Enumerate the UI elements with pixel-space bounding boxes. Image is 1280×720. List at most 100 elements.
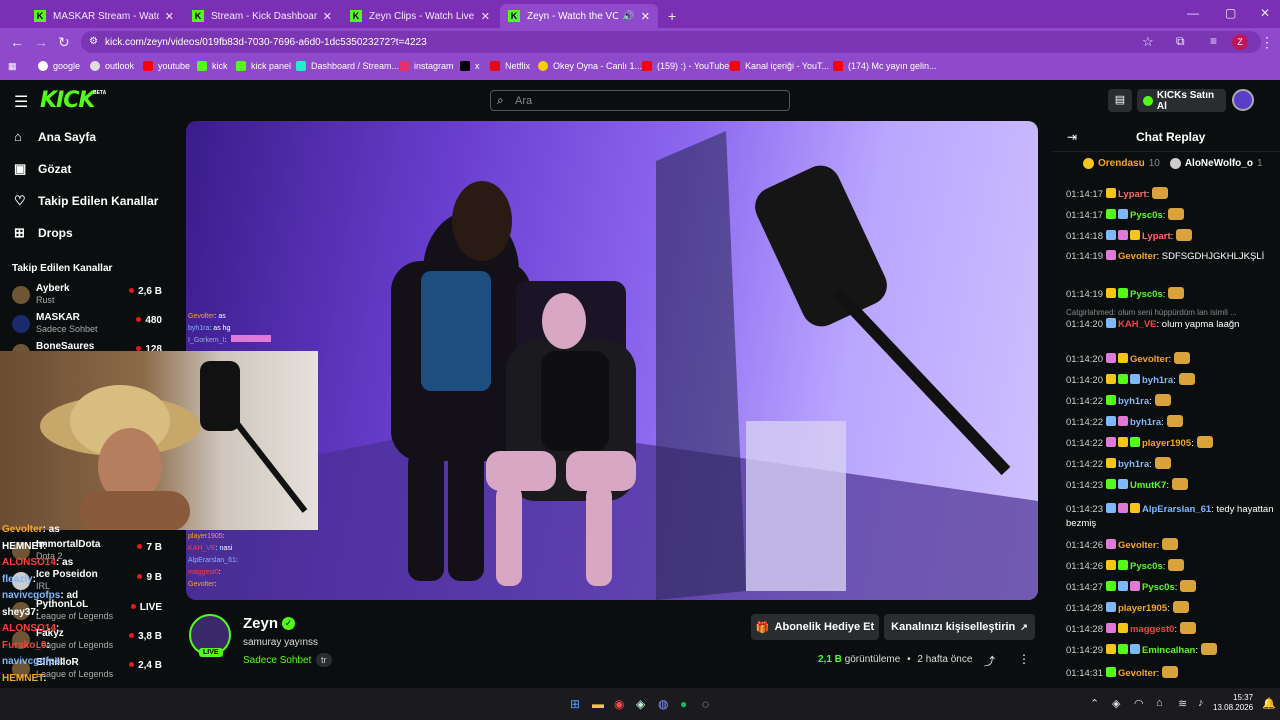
close-icon[interactable]: ✕ <box>165 10 174 23</box>
customize-channel-button[interactable]: Kanalınızı kişiselleştirin ↗ <box>884 614 1035 640</box>
app-icon[interactable]: ◌ <box>702 697 709 711</box>
bookmark[interactable]: kick <box>197 61 228 71</box>
bookmark[interactable]: (174) Mc yayın gelin... <box>833 61 937 71</box>
bookmark[interactable]: kick panel <box>236 61 291 71</box>
wifi-icon[interactable]: ≋ <box>1178 697 1187 710</box>
start-icon[interactable]: ⊞ <box>570 697 580 711</box>
tray-chevron-icon[interactable]: ⌃ <box>1090 697 1099 710</box>
bookmark[interactable]: youtube <box>143 61 190 71</box>
chat-username[interactable]: Gevolter <box>1130 354 1169 365</box>
volume-icon[interactable]: ♪ <box>1198 697 1204 709</box>
bookmark[interactable]: (159) :) - YouTube <box>642 61 729 71</box>
kick-logo[interactable]: KICK <box>40 88 95 113</box>
chat-username[interactable]: player1905 <box>1118 603 1167 614</box>
notifications-icon[interactable]: 🔔 <box>1262 697 1276 710</box>
chat-username[interactable]: maggest0 <box>1130 624 1174 635</box>
chat-text: : <box>1156 540 1160 551</box>
more-options-icon[interactable]: ⋮ <box>1018 652 1030 666</box>
bookmark[interactable]: x <box>460 61 480 71</box>
nav-following[interactable]: ♡ Takip Edilen Kanallar <box>14 193 158 209</box>
new-tab-button[interactable]: + <box>660 4 684 28</box>
bookmark[interactable]: Kanal içeriği - YouT... <box>730 61 829 71</box>
share-icon[interactable]: ⤴ <box>984 653 995 669</box>
gift-subscription-button[interactable]: 🎁 Abonelik Hediye Et <box>751 614 879 640</box>
chat-username[interactable]: Gevolter <box>1118 540 1157 551</box>
collapse-chat-icon[interactable]: ⇥ <box>1067 130 1077 144</box>
chat-username[interactable]: Pysc0s <box>1130 210 1163 221</box>
maximize-icon[interactable]: ▢ <box>1225 6 1236 20</box>
chat-username[interactable]: AlpErarslan_61 <box>1142 504 1211 515</box>
nav-home[interactable]: ⌂ Ana Sayfa <box>14 129 96 144</box>
close-icon[interactable]: ✕ <box>641 10 650 23</box>
nav-browse[interactable]: ▣ Gözat <box>14 161 71 177</box>
overlay-chat-line: ALONSO14: <box>2 623 60 634</box>
bookmark-star-icon[interactable]: ☆ <box>1142 34 1154 50</box>
browser-tab[interactable]: KZeyn Clips - Watch Live on Kick✕ <box>342 4 498 28</box>
chat-username[interactable]: Lypart <box>1118 189 1147 200</box>
bookmark[interactable]: google <box>38 61 80 71</box>
dashboard-button[interactable]: ▤ <box>1108 89 1132 112</box>
chat-username[interactable]: Pysc0s <box>1142 582 1175 593</box>
followed-channel[interactable]: BoneSaures 128 <box>12 341 162 351</box>
discord-icon[interactable]: ◍ <box>658 697 668 711</box>
chrome-icon[interactable]: ◉ <box>614 697 624 711</box>
kick-icon <box>236 61 246 71</box>
back-icon[interactable]: ← <box>10 34 24 50</box>
spotify-icon[interactable]: ● <box>680 697 687 711</box>
browser-tab[interactable]: K Stream - Kick Dashboard ✕ <box>184 4 340 28</box>
steam-icon[interactable]: ◈ <box>636 697 645 711</box>
chat-username[interactable]: byh1ra <box>1142 375 1173 386</box>
minimize-icon[interactable]: — <box>1187 6 1199 20</box>
chat-username[interactable]: Lypart <box>1142 231 1171 242</box>
chat-username[interactable]: byh1ra <box>1130 417 1161 428</box>
chat-username[interactable]: byh1ra <box>1118 459 1149 470</box>
close-window-icon[interactable]: ✕ <box>1260 6 1270 20</box>
apps-grid-icon[interactable]: ▦ <box>8 61 17 72</box>
menu-dots-icon[interactable]: ⋮ <box>1260 34 1274 51</box>
followed-channel[interactable]: Ayberk Rust 2,6 B <box>12 283 162 309</box>
forward-icon[interactable]: → <box>34 34 48 50</box>
search-input[interactable]: ⌕ Ara <box>490 90 790 111</box>
profile-avatar[interactable]: Z <box>1232 34 1248 50</box>
clock[interactable]: 15:37 13.08.2026 <box>1213 693 1253 713</box>
steam-tray-icon[interactable]: ◈ <box>1112 697 1120 710</box>
chat-username[interactable]: Emincalhan <box>1142 645 1195 656</box>
speaker-icon[interactable]: 🔊 <box>622 11 634 22</box>
headset-icon[interactable]: ◠ <box>1134 697 1144 710</box>
bookmark[interactable]: Netflix <box>490 61 530 71</box>
close-icon[interactable]: ✕ <box>323 10 332 23</box>
channel-name[interactable]: Zeyn <box>243 615 278 632</box>
chat-username[interactable]: KAH_VE <box>1118 319 1157 330</box>
category-link[interactable]: Sadece Sohbet <box>243 655 311 666</box>
chat-username[interactable]: player1905 <box>1142 438 1191 449</box>
chat-username[interactable]: Gevolter <box>1118 251 1157 262</box>
bookmark[interactable]: Okey Oyna - Canlı 1... <box>538 61 642 71</box>
bookmark[interactable]: outlook <box>90 61 134 71</box>
nav-drops[interactable]: ⊞ Drops <box>14 225 73 241</box>
chat-username[interactable]: UmutK7 <box>1130 480 1166 491</box>
bookmark[interactable]: instagram <box>399 61 454 71</box>
chat-username[interactable]: Gevolter <box>1118 668 1157 679</box>
browser-tab-active[interactable]: KZeyn - Watch the VOD on K🔊✕ <box>500 4 658 28</box>
reading-list-icon[interactable]: ≡ <box>1210 34 1217 48</box>
hamburger-menu-icon[interactable]: ☰ <box>14 92 28 112</box>
chat-username[interactable]: Pysc0s <box>1130 561 1163 572</box>
user-badge-icon <box>1105 395 1116 405</box>
bookmark[interactable]: Dashboard / Stream... <box>296 61 399 71</box>
file-explorer-icon[interactable]: ▬ <box>592 697 604 711</box>
browser-tab[interactable]: KMASKAR Stream - Watch Live o✕ <box>26 4 182 28</box>
kicks-coin-icon <box>1143 95 1153 106</box>
user-avatar[interactable] <box>1232 89 1254 111</box>
site-info-icon[interactable]: ⚙ <box>89 36 98 47</box>
mic-icon[interactable]: ⌂ <box>1156 697 1163 709</box>
close-icon[interactable]: ✕ <box>481 10 490 23</box>
buy-kicks-button[interactable]: KICKs Satın Al <box>1137 89 1226 112</box>
language-tag[interactable]: tr <box>316 653 332 667</box>
chat-username[interactable]: byh1ra <box>1118 396 1149 407</box>
followed-channel[interactable]: MASKAR Sadece Sohbet 480 <box>12 312 162 338</box>
extensions-icon[interactable]: ⧉ <box>1176 34 1185 49</box>
reload-icon[interactable]: ↻ <box>58 34 70 51</box>
address-bar[interactable]: ⚙ kick.com/zeyn/videos/019fb83d-7030-769… <box>81 31 1261 53</box>
chat-username[interactable]: Pysc0s <box>1130 289 1163 300</box>
user-badge-icon <box>1105 458 1116 468</box>
